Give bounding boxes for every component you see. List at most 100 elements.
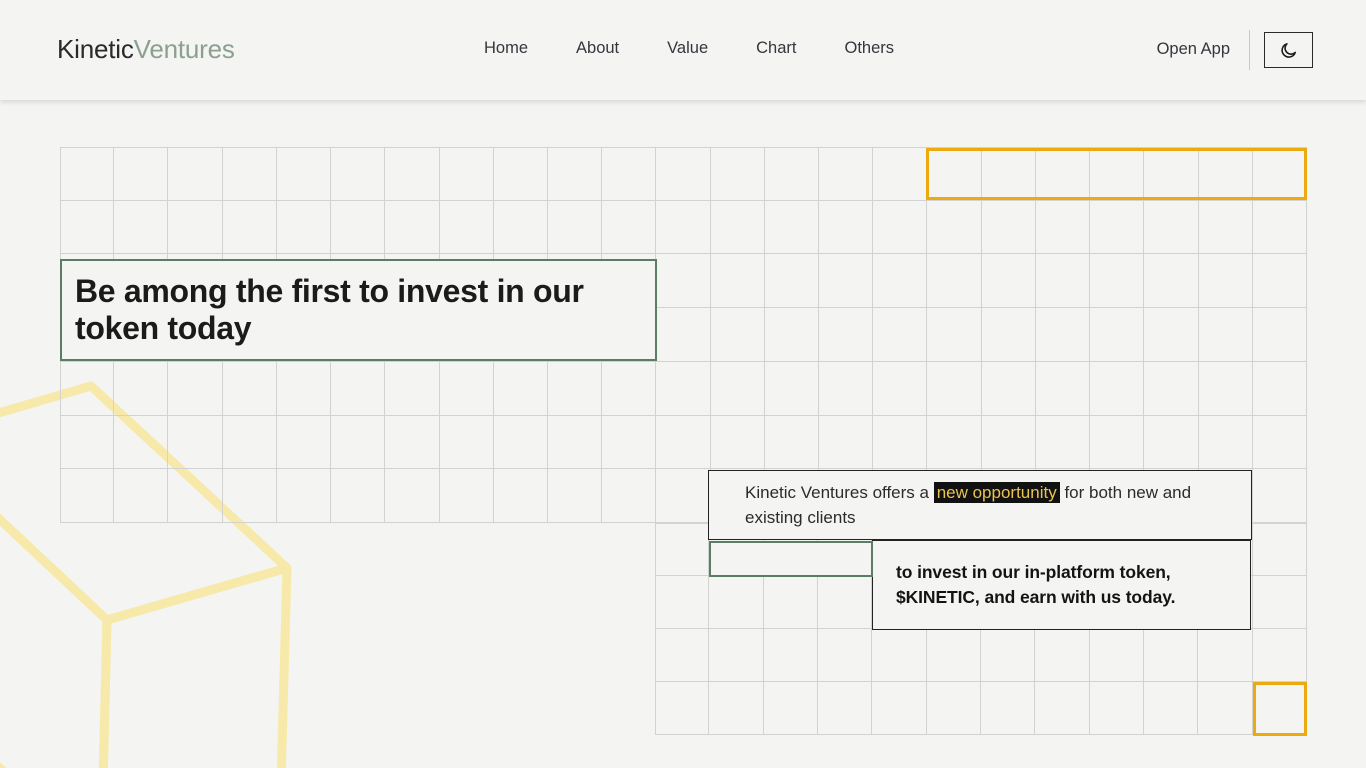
grid-cell bbox=[276, 469, 332, 523]
grid-cell bbox=[1090, 415, 1145, 470]
nav-item-value[interactable]: Value bbox=[643, 39, 732, 58]
grid-cell bbox=[439, 415, 494, 470]
grid-cell bbox=[1089, 629, 1144, 682]
grid-cell bbox=[493, 200, 548, 255]
grid-cell bbox=[114, 361, 169, 416]
grid-cell bbox=[385, 200, 440, 255]
grid-cell bbox=[493, 361, 548, 416]
grid-cell bbox=[493, 147, 548, 201]
grid-cell bbox=[709, 576, 764, 629]
grid-cell bbox=[493, 415, 548, 470]
grid-cell bbox=[764, 200, 820, 255]
grid-cell bbox=[926, 629, 981, 682]
grid-cell bbox=[547, 469, 603, 523]
nav-item-home[interactable]: Home bbox=[460, 39, 552, 58]
grid-cell bbox=[547, 361, 603, 416]
grid-cell bbox=[1252, 523, 1307, 576]
grid-cell bbox=[1089, 682, 1144, 735]
grid-cell bbox=[385, 361, 440, 416]
grid-cell bbox=[872, 629, 927, 682]
hero-cta-box: to invest in our in-platform token, $KIN… bbox=[872, 540, 1251, 630]
grid-cell bbox=[819, 254, 874, 309]
grid-cell bbox=[764, 254, 820, 309]
grid-cell bbox=[1035, 254, 1091, 309]
grid-cell bbox=[439, 147, 494, 201]
grid-cell bbox=[276, 147, 332, 201]
grid-cell bbox=[656, 254, 711, 309]
grid-cell bbox=[439, 469, 494, 523]
accent-box-bottom-right bbox=[1253, 682, 1307, 736]
grid-cell bbox=[656, 469, 711, 523]
grid-cell bbox=[763, 629, 818, 682]
grid-cell bbox=[1143, 682, 1199, 735]
grid-cell bbox=[709, 682, 764, 735]
grid-cell bbox=[872, 682, 927, 735]
grid-cell bbox=[817, 629, 873, 682]
grid-cell bbox=[981, 254, 1036, 309]
grid-cell bbox=[114, 200, 169, 255]
grid-cell bbox=[547, 415, 603, 470]
hero-paragraph: Kinetic Ventures offers a new opportunit… bbox=[709, 480, 1251, 531]
grid-cell bbox=[276, 361, 332, 416]
grid-cell bbox=[980, 629, 1036, 682]
grid-cell bbox=[817, 576, 873, 629]
grid-cell bbox=[439, 361, 494, 416]
grid-cell bbox=[60, 200, 115, 255]
nav-item-others[interactable]: Others bbox=[820, 39, 918, 58]
grid-cell bbox=[655, 576, 710, 629]
grid-cell bbox=[1198, 415, 1253, 470]
grid-cell bbox=[873, 254, 928, 309]
grid-cell bbox=[655, 629, 710, 682]
grid-cell bbox=[1035, 415, 1091, 470]
hero-paragraph-box: Kinetic Ventures offers a new opportunit… bbox=[708, 470, 1252, 540]
grid-cell bbox=[1090, 308, 1145, 362]
grid-cell bbox=[873, 361, 928, 416]
grid-cell bbox=[547, 200, 603, 255]
grid-cell bbox=[168, 147, 223, 201]
grid-cell bbox=[1035, 629, 1090, 682]
grid-cell bbox=[1144, 254, 1199, 309]
grid-cell bbox=[656, 308, 711, 362]
grid-cell bbox=[764, 361, 820, 416]
grid-cell bbox=[1198, 200, 1253, 255]
nav-item-chart[interactable]: Chart bbox=[732, 39, 820, 58]
grid-cell bbox=[1144, 415, 1199, 470]
grid-cell bbox=[927, 415, 982, 470]
grid-cell bbox=[1198, 254, 1253, 309]
grid-cell bbox=[656, 415, 711, 470]
grid-cell bbox=[710, 200, 765, 255]
grid-cell bbox=[873, 200, 928, 255]
grid-cell bbox=[656, 361, 711, 416]
theme-toggle-button[interactable] bbox=[1264, 32, 1313, 68]
grid-cell bbox=[927, 308, 982, 362]
grid-cell bbox=[493, 469, 548, 523]
grid-cell bbox=[547, 147, 603, 201]
grid-cell bbox=[764, 415, 820, 470]
grid-cell bbox=[331, 415, 386, 470]
grid-cell bbox=[819, 200, 874, 255]
grid-cell bbox=[168, 415, 223, 470]
grid-cell bbox=[710, 361, 765, 416]
grid-cell bbox=[926, 682, 981, 735]
brand-logo[interactable]: KineticVentures bbox=[57, 34, 235, 65]
grid-cell bbox=[817, 682, 873, 735]
grid-cell bbox=[873, 415, 928, 470]
grid-cell bbox=[276, 415, 332, 470]
grid-cell bbox=[1252, 629, 1307, 682]
grid-cell bbox=[1090, 361, 1145, 416]
grid-cell bbox=[710, 415, 765, 470]
grid-cell bbox=[1035, 682, 1090, 735]
grid-cell bbox=[981, 415, 1036, 470]
grid-cell bbox=[168, 361, 223, 416]
open-app-link[interactable]: Open App bbox=[1157, 40, 1230, 59]
grid-cell bbox=[60, 469, 115, 523]
grid-cell bbox=[819, 147, 874, 201]
grid-cell bbox=[710, 147, 765, 201]
grid-cell bbox=[981, 200, 1036, 255]
nav-item-about[interactable]: About bbox=[552, 39, 643, 58]
brand-logo-primary: Kinetic bbox=[57, 34, 134, 64]
grid-cell bbox=[602, 147, 657, 201]
grid-cell bbox=[1198, 361, 1253, 416]
grid-cell bbox=[1252, 200, 1307, 255]
grid-cell bbox=[1090, 254, 1145, 309]
